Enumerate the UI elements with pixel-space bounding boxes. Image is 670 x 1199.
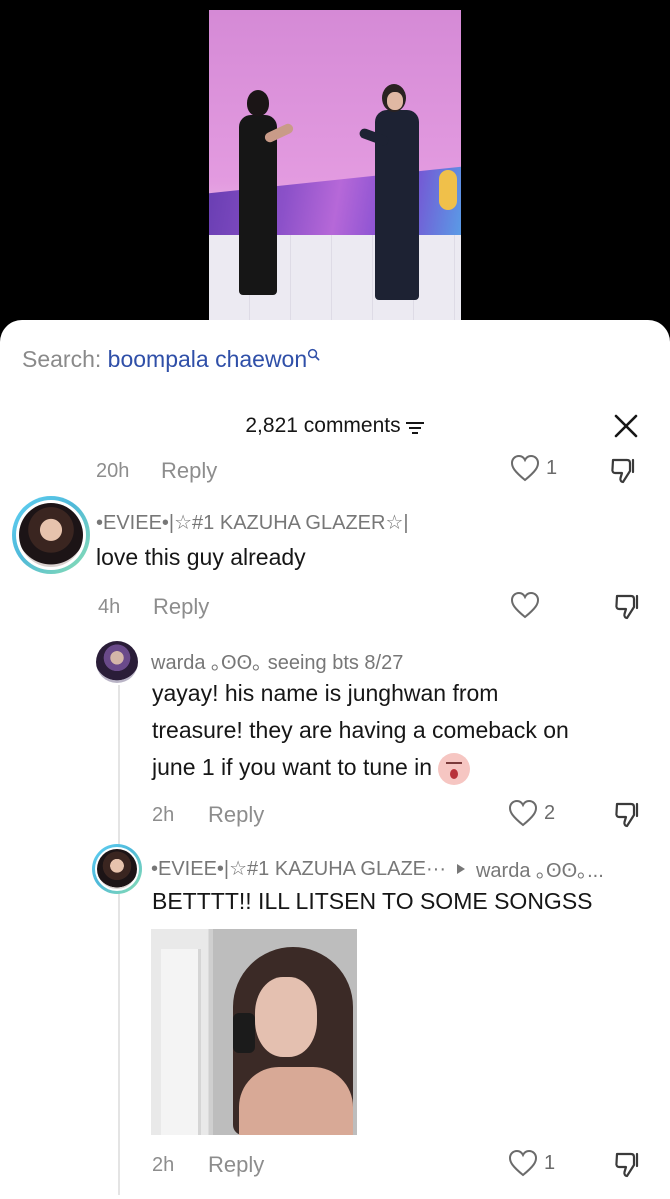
reply-header: •EVIEE•|☆#1 KAZUHA GLAZE··· warda ｡ʘʘ｡..… [151,854,604,883]
reply-avatar[interactable] [92,844,142,894]
reply-text-line: yayay! his name is junghwan from [152,680,499,706]
like-count: 1 [546,456,558,479]
stage-decoration [439,170,457,210]
reply-button[interactable]: Reply [153,594,209,620]
dislike-icon[interactable] [608,456,638,486]
like-button[interactable]: 2 [508,799,555,827]
dislike-icon[interactable] [612,800,642,830]
reply-username[interactable]: warda ｡ʘʘ｡ seeing bts 8/27 [151,646,403,675]
heart-icon [510,454,540,482]
like-button[interactable] [510,591,540,619]
comment-count: 2,821 comments [245,414,401,437]
comments-sheet: Search: boompala chaewon 2,821 comments … [0,320,670,1199]
dislike-icon[interactable] [612,592,642,622]
search-prefix: Search: [22,346,102,372]
reply-arrow-icon [456,863,465,874]
dislike-icon[interactable] [612,1150,642,1180]
gif-background [161,949,201,1135]
prev-like-button[interactable]: 1 [510,454,557,482]
dancer-right-face [387,92,403,110]
dancer-left-head [247,90,269,116]
reply-text: BETTTT!! ILL LITSEN TO SOME SONGSS [152,888,593,914]
video-thumbnail[interactable] [209,10,461,322]
heart-icon [510,591,540,619]
like-count: 1 [544,1151,556,1174]
reply-text-line: treasure! they are having a comeback on [152,717,569,743]
video-area[interactable] [0,0,670,330]
close-icon[interactable] [612,412,640,440]
comments-header: 2,821 comments [0,414,670,444]
search-suggestion[interactable]: Search: boompala chaewon [22,346,320,373]
reply-button[interactable]: Reply [208,1152,264,1178]
prev-comment-time: 20h [96,460,130,482]
gif-subject-shoulder [239,1067,353,1135]
reply-time: 2h [152,1154,175,1176]
reply-text-line: june 1 if you want to tune in [152,754,433,780]
comment-time: 4h [98,596,121,618]
comment-text: love this guy already [96,544,306,570]
commenter-avatar[interactable] [12,496,90,574]
reply-text: yayay! his name is junghwan from treasur… [152,675,652,786]
filter-icon[interactable] [405,420,425,436]
gif-phone [233,1013,255,1053]
search-term[interactable]: boompala chaewon [108,346,307,372]
reply-username[interactable]: •EVIEE•|☆#1 KAZUHA GLAZE··· [151,856,446,881]
avatar [97,849,137,889]
heart-icon [508,1149,538,1177]
gif-attachment[interactable] [151,929,357,1135]
reply-time: 2h [152,804,175,826]
reply-text-line-with-emoji: june 1 if you want to tune in [152,749,652,786]
reply-button[interactable]: Reply [208,802,264,828]
heart-icon [508,799,538,827]
like-button[interactable]: 1 [508,1149,555,1177]
like-count: 2 [544,801,556,824]
avatar [19,503,83,567]
shocked-face-emoji-icon [438,752,471,785]
reply-thread-line [118,685,120,1195]
avatar[interactable] [96,641,138,683]
gif-subject-face [255,977,317,1057]
search-icon [308,348,320,361]
replied-to-username[interactable]: warda ｡ʘʘ｡... [476,854,604,883]
comment-username[interactable]: •EVIEE•|☆#1 KAZUHA GLAZER☆| [96,510,409,535]
prev-reply-button[interactable]: Reply [161,458,217,484]
